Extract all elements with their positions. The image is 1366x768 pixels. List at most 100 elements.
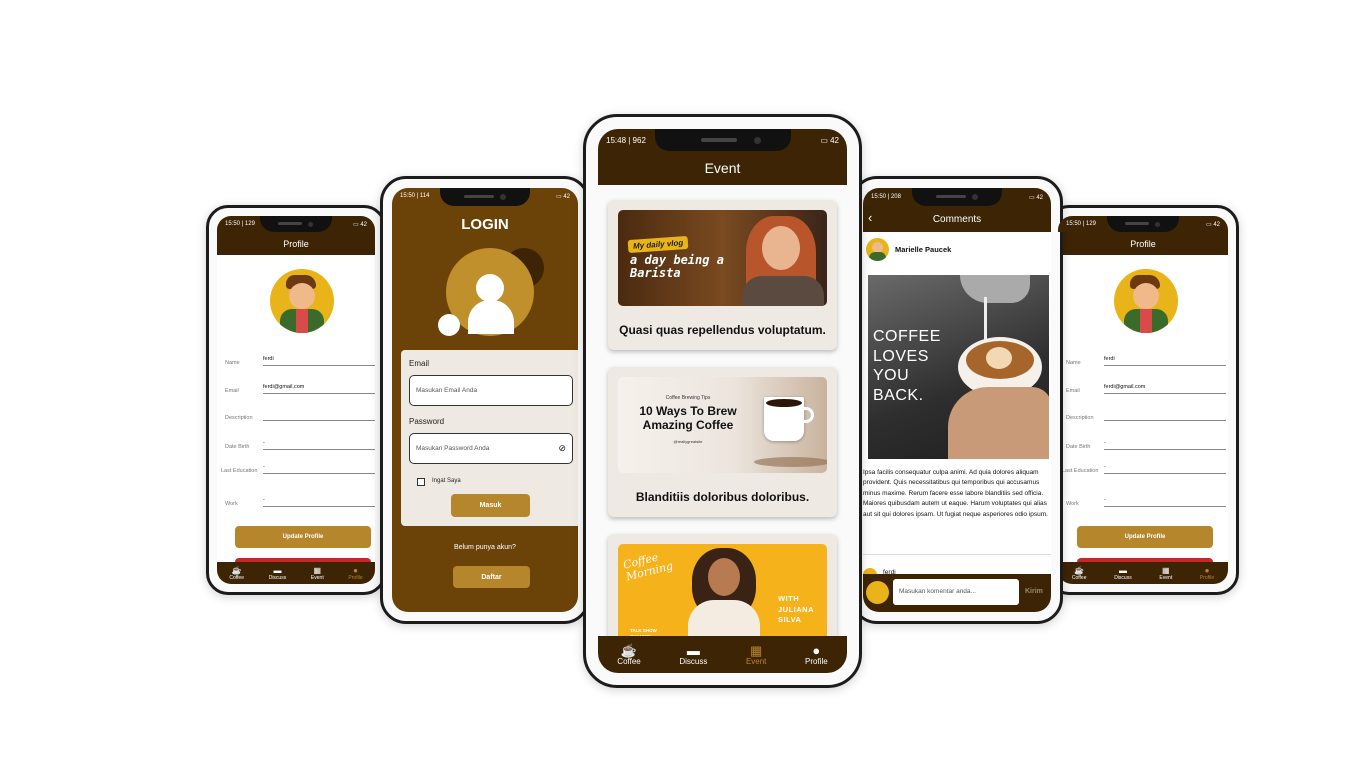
last-education-input[interactable]: - bbox=[1104, 464, 1226, 474]
register-button[interactable]: Daftar bbox=[453, 566, 530, 588]
email-input[interactable]: ferdi@gmail.com bbox=[1104, 384, 1226, 394]
author-avatar bbox=[866, 238, 889, 261]
name-input[interactable]: ferdi bbox=[263, 356, 375, 366]
event-screen: 15:48 | 962 ▭ 42 Event My daily vlog a d… bbox=[598, 129, 847, 673]
password-label: Password bbox=[409, 417, 445, 426]
my-avatar bbox=[866, 581, 889, 604]
event-image-barista: My daily vlog a day being a Barista bbox=[618, 210, 827, 306]
comment-input[interactable]: Masukan komentar anda... bbox=[893, 579, 1019, 605]
login-form-card: Email Masukan Email Anda Password Masuka… bbox=[401, 350, 578, 526]
page-title: Comments bbox=[932, 213, 982, 225]
event-card[interactable]: My daily vlog a day being a Barista Quas… bbox=[608, 200, 837, 350]
barista-headline: a day being a Barista bbox=[630, 253, 724, 281]
email-input[interactable]: ferdi@gmail.com bbox=[263, 384, 375, 394]
back-arrow-icon[interactable]: ‹ bbox=[868, 210, 872, 225]
phone-profile-right: 15:50 | 129 ▭ 42 Profile Name ferdi Emai… bbox=[1047, 205, 1239, 595]
nav-coffee[interactable]: ☕ Coffee bbox=[617, 644, 640, 666]
phone-comments: 15:50 | 208 ▭ 42 ‹ Comments Marielle Pau… bbox=[851, 176, 1063, 624]
event-image-brewing: Coffee Brewing Tips 10 Ways To Brew Amaz… bbox=[618, 377, 827, 473]
event-appbar: Event bbox=[598, 151, 847, 185]
event-title: Quasi quas repellendus voluptatum. bbox=[619, 323, 826, 337]
coffee-icon: ☕ bbox=[1074, 565, 1085, 575]
page-title: Profile bbox=[283, 238, 309, 249]
chat-icon: ▬ bbox=[686, 642, 700, 658]
field-email: Email ferdi@gmail.com bbox=[1066, 384, 1226, 394]
phone-login: 15:50 | 114 ▭ 42 LOGIN Email Masukan Ema… bbox=[380, 176, 590, 624]
event-title: Blanditiis doloribus doloribus. bbox=[635, 490, 810, 504]
nav-coffee[interactable]: ☕ Coffee bbox=[229, 566, 244, 581]
avatar bbox=[1114, 269, 1178, 333]
field-last-education: Last Education - bbox=[1062, 464, 1226, 474]
date-birth-input[interactable]: - bbox=[263, 440, 375, 450]
field-last-education: Last Education - bbox=[221, 464, 375, 474]
password-input[interactable]: Masukan Password Anda ⊘ bbox=[409, 433, 573, 464]
battery-icon: ▭ 42 bbox=[352, 221, 367, 228]
avatar bbox=[270, 269, 334, 333]
remember-me-checkbox[interactable] bbox=[417, 478, 425, 486]
post-body: Ipsa facilis consequatur culpa animi. Ad… bbox=[863, 469, 1048, 518]
login-button[interactable]: Masuk bbox=[451, 494, 530, 517]
email-input[interactable]: Masukan Email Anda bbox=[409, 375, 573, 406]
nav-discuss[interactable]: ▬ Discuss bbox=[269, 566, 287, 581]
status-time: 15:50 | 129 bbox=[1066, 221, 1096, 227]
event-card[interactable]: Coffee Brewing Tips 10 Ways To Brew Amaz… bbox=[608, 367, 837, 517]
profile-left-screen: 15:50 | 129 ▭ 42 Profile Name ferdi Emai… bbox=[217, 216, 375, 584]
coffee-icon: ☕ bbox=[231, 565, 242, 575]
person-icon: ● bbox=[353, 565, 358, 575]
person-icon: ● bbox=[812, 642, 821, 658]
nav-coffee[interactable]: ☕ Coffee bbox=[1072, 566, 1087, 581]
battery-icon: ▭ 42 bbox=[555, 193, 570, 200]
author-name: Marielle Paucek bbox=[895, 245, 952, 254]
nav-event[interactable]: ▦ Event bbox=[311, 566, 324, 581]
calendar-icon: ▦ bbox=[1162, 565, 1170, 575]
send-button[interactable]: Kirim bbox=[1025, 588, 1043, 595]
field-description: Description bbox=[225, 412, 375, 421]
description-input[interactable] bbox=[1104, 412, 1226, 421]
description-input[interactable] bbox=[263, 412, 375, 421]
field-email: Email ferdi@gmail.com bbox=[225, 384, 375, 394]
date-birth-input[interactable]: - bbox=[1104, 440, 1226, 450]
field-name: Name ferdi bbox=[225, 356, 375, 366]
work-input[interactable]: - bbox=[1104, 497, 1226, 507]
nav-event[interactable]: ▦ Event bbox=[746, 644, 766, 666]
work-input[interactable]: - bbox=[263, 497, 375, 507]
nav-profile[interactable]: ● Profile bbox=[1200, 566, 1214, 581]
page-title: Event bbox=[704, 160, 741, 176]
coffee-icon: ☕ bbox=[620, 642, 638, 658]
post-image: COFFEE LOVES YOU BACK. bbox=[868, 275, 1049, 459]
brewing-handle: @reallygreatsite bbox=[673, 439, 703, 444]
nav-discuss[interactable]: ▬ Discuss bbox=[1114, 566, 1132, 581]
name-input[interactable]: ferdi bbox=[1104, 356, 1226, 366]
comment-bar: Masukan komentar anda... Kirim bbox=[863, 574, 1051, 612]
status-time: 15:50 | 208 bbox=[871, 194, 901, 200]
bottom-nav: ☕ Coffee ▬ Discuss ▦ Event ● Profile bbox=[598, 636, 847, 673]
battery-icon: ▭ 42 bbox=[1028, 194, 1043, 201]
nav-profile[interactable]: ● Profile bbox=[348, 566, 362, 581]
status-time: 15:50 | 114 bbox=[400, 193, 430, 199]
status-time: 15:48 | 962 bbox=[606, 135, 646, 145]
nav-event[interactable]: ▦ Event bbox=[1159, 566, 1172, 581]
battery-icon: ▭ 42 bbox=[820, 135, 839, 145]
person-icon: ● bbox=[1204, 565, 1210, 575]
brewing-headline: 10 Ways To Brew Amazing Coffee bbox=[639, 404, 737, 432]
profile-right-appbar: Profile bbox=[1058, 232, 1228, 255]
divider bbox=[863, 554, 1051, 555]
user-placeholder-icon bbox=[438, 248, 544, 336]
remember-me-label: Ingat Saya bbox=[432, 478, 461, 484]
login-title: LOGIN bbox=[461, 216, 509, 233]
event-image-coffee-morning: Coffee Morning WITH JULIANA SILVA TALK S… bbox=[618, 544, 827, 644]
eye-off-icon[interactable]: ⊘ bbox=[558, 443, 566, 454]
phone-event: 15:48 | 962 ▭ 42 Event My daily vlog a d… bbox=[583, 114, 862, 688]
update-profile-button[interactable]: Update Profile bbox=[235, 526, 371, 548]
field-date-birth: Date Birth - bbox=[1066, 440, 1226, 450]
nav-discuss[interactable]: ▬ Discuss bbox=[679, 644, 707, 666]
no-account-text: Belum punya akun? bbox=[454, 544, 516, 551]
chat-icon: ▬ bbox=[273, 565, 282, 575]
field-date-birth: Date Birth - bbox=[225, 440, 375, 450]
calendar-icon: ▦ bbox=[313, 565, 322, 575]
nav-profile[interactable]: ● Profile bbox=[805, 644, 828, 666]
page-title: Profile bbox=[1130, 238, 1156, 249]
field-work: Work - bbox=[225, 497, 375, 507]
update-profile-button[interactable]: Update Profile bbox=[1077, 526, 1213, 548]
last-education-input[interactable]: - bbox=[263, 464, 375, 474]
